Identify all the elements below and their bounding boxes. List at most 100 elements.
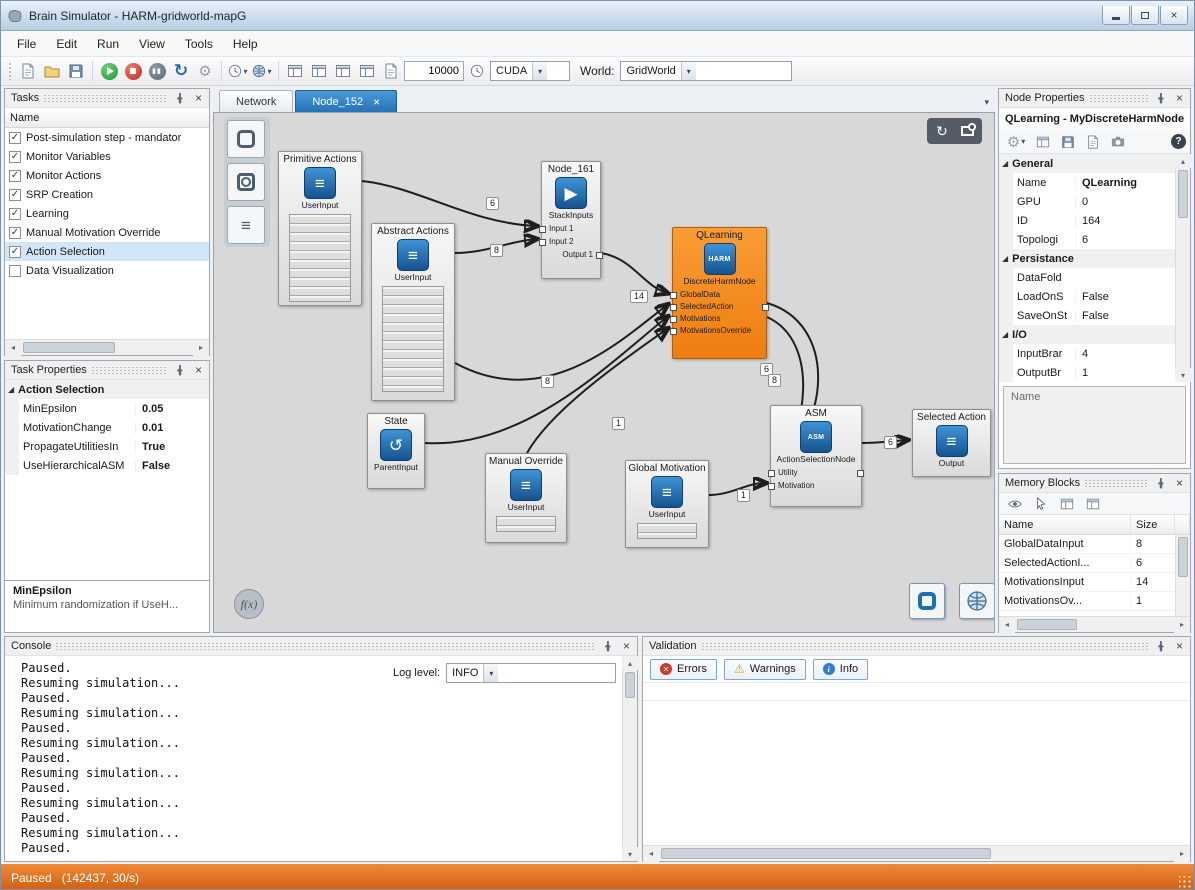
property-value[interactable]: 6 [1075,234,1175,246]
report-icon[interactable] [380,60,402,82]
scroll-track[interactable] [623,670,637,847]
scroll-thumb[interactable] [23,342,115,353]
node-161[interactable]: Node_161 ▶ StackInputs Input 1 Input 2 O… [541,161,601,279]
table-row[interactable]: MotivationsInput14 [999,573,1175,592]
scroll-track[interactable] [21,340,193,355]
scroll-track[interactable] [659,846,1174,861]
task-checkbox[interactable] [9,189,21,201]
property-row[interactable]: Topologi6 [999,230,1175,249]
tab-network[interactable]: Network [219,90,293,112]
new-project-icon[interactable] [17,60,39,82]
node-selected-action[interactable]: Selected Action ≡ Output [912,409,991,477]
add-observer-icon[interactable] [1056,493,1078,515]
task-checkbox[interactable] [9,170,21,182]
property-row[interactable]: ID164 [999,211,1175,230]
input-port[interactable]: Input 1 [542,222,600,235]
zoom-to-fit-button[interactable] [909,583,945,619]
property-value[interactable]: 164 [1075,215,1175,227]
task-row[interactable]: Monitor Actions [5,166,209,185]
scroll-left-icon[interactable]: ◂ [643,846,659,862]
property-value[interactable]: True [135,441,209,453]
palette-observer-button[interactable] [227,163,265,201]
observer-window-icon[interactable] [284,60,306,82]
stopwatch-button[interactable] [466,60,488,82]
chevron-down-icon[interactable]: ▾ [681,62,696,80]
warnings-filter-button[interactable]: ⚠Warnings [724,659,806,680]
property-category[interactable]: ◢Persistance [999,249,1175,268]
expander-icon[interactable]: ◢ [1002,159,1008,168]
property-category[interactable]: ◢I/O [999,325,1175,344]
property-row[interactable]: PropagateUtilitiesInTrue [5,437,209,456]
pin-icon[interactable] [600,639,615,653]
property-row[interactable]: InputBrar4 [999,344,1175,363]
task-checkbox[interactable] [9,265,21,277]
property-value[interactable]: 0.05 [135,403,209,415]
menu-view[interactable]: View [129,33,175,55]
pointer-icon[interactable] [1030,493,1052,515]
pause-button[interactable]: ▮▮ [146,60,168,82]
property-row[interactable]: GPU0 [999,192,1175,211]
task-checkbox[interactable] [9,246,21,258]
chevron-down-icon[interactable]: ▾ [532,62,547,80]
screenshot-button[interactable] [956,120,978,142]
node-primitive-actions[interactable]: Primitive Actions ≡ UserInput [278,151,362,306]
profile-icon[interactable]: ⚙ [194,60,216,82]
table-row[interactable]: SelectedActionI...6 [999,554,1175,573]
world-select[interactable]: GridWorld ▾ [620,61,792,81]
scroll-right-icon[interactable]: ▸ [1174,846,1190,862]
world-view-button[interactable] [959,583,995,619]
task-checkbox[interactable] [9,132,21,144]
close-icon[interactable]: × [619,639,634,653]
task-row[interactable]: SRP Creation [5,185,209,204]
device-select[interactable]: CUDA ▾ [490,61,570,81]
table-row[interactable]: GlobalDataInput8 [999,535,1175,554]
menu-help[interactable]: Help [223,33,268,55]
scroll-right-icon[interactable]: ▸ [1174,617,1190,633]
node-manual-override[interactable]: Manual Override ≡ UserInput [485,453,567,543]
load-node-data-icon[interactable] [1032,131,1054,153]
steps-input[interactable] [404,61,464,81]
open-project-icon[interactable] [41,60,63,82]
close-icon[interactable]: × [1172,476,1187,490]
menu-run[interactable]: Run [87,33,129,55]
property-row[interactable]: OutputBr1 [999,363,1175,382]
menu-tools[interactable]: Tools [175,33,223,55]
close-button[interactable]: × [1160,6,1188,25]
tab-list-dropdown-icon[interactable]: ▾ [984,97,989,108]
property-category[interactable]: ◢Action Selection [5,380,209,399]
palette-userinput-button[interactable]: ≡ [227,206,265,244]
scroll-thumb[interactable] [1178,537,1188,577]
memory-window-icon[interactable] [308,60,330,82]
property-row[interactable]: MotivationChange0.01 [5,418,209,437]
close-icon[interactable]: × [191,91,206,105]
log-level-select[interactable]: INFO ▾ [446,663,616,683]
expression-button[interactable]: f(x) [234,589,264,619]
pin-icon[interactable] [172,363,187,377]
step-button[interactable]: ↻ [170,60,192,82]
run-button[interactable] [98,60,120,82]
horizontal-scrollbar[interactable]: ◂ ▸ [999,616,1190,632]
scroll-thumb[interactable] [625,672,635,698]
property-row[interactable]: SaveOnStFalse [999,306,1175,325]
vertical-scrollbar[interactable] [1175,535,1190,616]
scroll-left-icon[interactable]: ◂ [999,617,1015,633]
property-row[interactable]: UseHierarchicalASMFalse [5,456,209,475]
pin-icon[interactable] [1153,476,1168,490]
node-asm[interactable]: ASM ASM ActionSelectionNode Utility Moti… [770,405,862,507]
horizontal-scrollbar[interactable]: ◂ ▸ [643,845,1190,861]
errors-filter-button[interactable]: ✕Errors [650,659,717,680]
node-state[interactable]: State ↺ ParentInput [367,413,425,489]
tab-close-icon[interactable]: × [373,95,380,109]
input-port[interactable]: GlobalData [673,288,766,300]
property-value[interactable]: 0.01 [135,422,209,434]
task-row[interactable]: Post-simulation step - mandator [5,128,209,147]
property-row[interactable]: LoadOnSFalse [999,287,1175,306]
scroll-thumb[interactable] [1017,619,1077,630]
reset-view-button[interactable]: ↻ [931,120,953,142]
add-plot-icon[interactable] [1082,493,1104,515]
input-port[interactable]: MotivationsOverride [673,324,766,336]
simulation-timer-dropdown[interactable]: ▾ [227,60,249,82]
save-node-data-icon[interactable] [1057,131,1079,153]
vertical-scrollbar[interactable]: ▴ ▾ [1175,154,1190,382]
property-value[interactable]: False [1075,291,1175,303]
